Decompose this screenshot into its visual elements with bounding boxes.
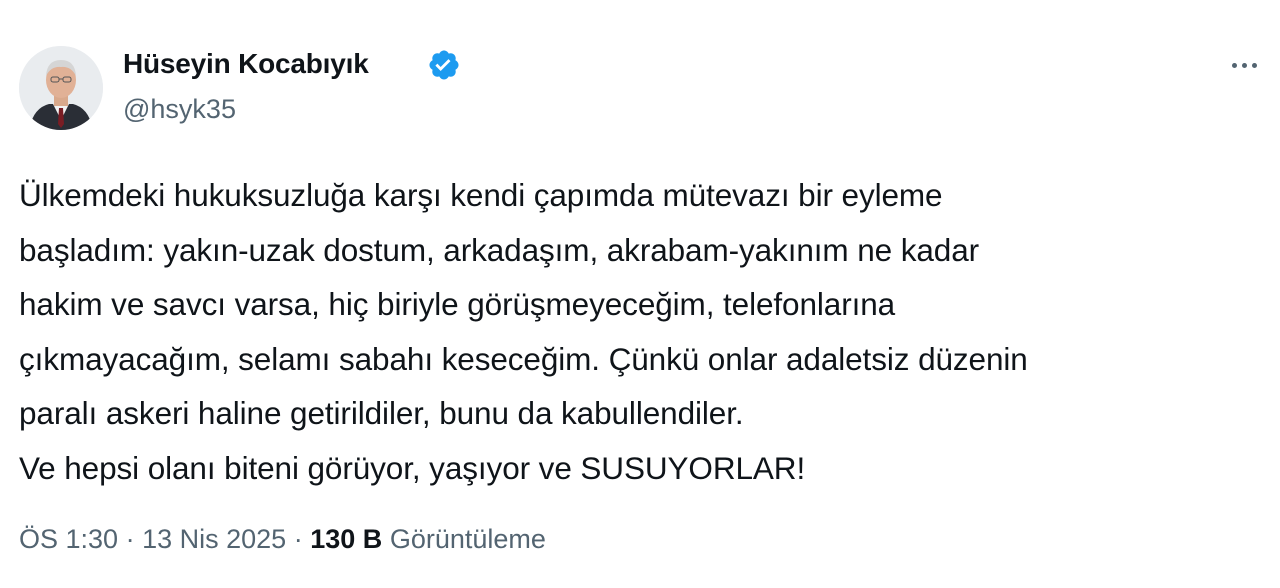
tweet-text-line: paralı askeri haline getirildiler, bunu … bbox=[19, 395, 744, 431]
views-label: Görüntüleme bbox=[389, 524, 546, 554]
meta-separator: · bbox=[293, 524, 303, 554]
avatar-image bbox=[19, 46, 103, 130]
tweet-date: 13 Nis 2025 bbox=[142, 524, 287, 554]
tweet-text-line: çıkmayacağım, selamı sabahı keseceğim. Ç… bbox=[19, 340, 1028, 377]
tweet: Hüseyin Kocabıyık @hsyk35 Ülkemdeki huku… bbox=[0, 0, 1280, 588]
more-options-icon[interactable] bbox=[1222, 48, 1266, 82]
tweet-time: ÖS 1:30 bbox=[19, 524, 119, 554]
tweet-text-line: Ve hepsi olanı biteni görüyor, yaşıyor v… bbox=[19, 449, 806, 486]
tweet-text-line: başladım: yakın-uzak dostum, arkadaşım, … bbox=[19, 231, 980, 268]
tweet-text-line: hakim ve savcı varsa, hiç biriyle görüşm… bbox=[19, 286, 896, 322]
author-display-name[interactable]: Hüseyin Kocabıyık bbox=[123, 48, 369, 80]
tweet-text: Ülkemdeki hukuksuzluğa karşı kendi çapım… bbox=[19, 168, 1269, 495]
author-handle[interactable]: @hsyk35 bbox=[123, 94, 236, 125]
tweet-text-line: Ülkemdeki hukuksuzluğa karşı kendi çapım… bbox=[19, 177, 943, 213]
views-count: 130 B bbox=[310, 524, 383, 554]
meta-separator: · bbox=[125, 524, 135, 554]
avatar[interactable] bbox=[19, 46, 103, 130]
tweet-timestamp[interactable]: ÖS 1:30 · 13 Nis 2025 bbox=[19, 524, 286, 554]
tweet-meta: ÖS 1:30 · 13 Nis 2025 · 130 B Görüntülem… bbox=[19, 524, 546, 555]
verified-badge-icon bbox=[429, 50, 459, 80]
